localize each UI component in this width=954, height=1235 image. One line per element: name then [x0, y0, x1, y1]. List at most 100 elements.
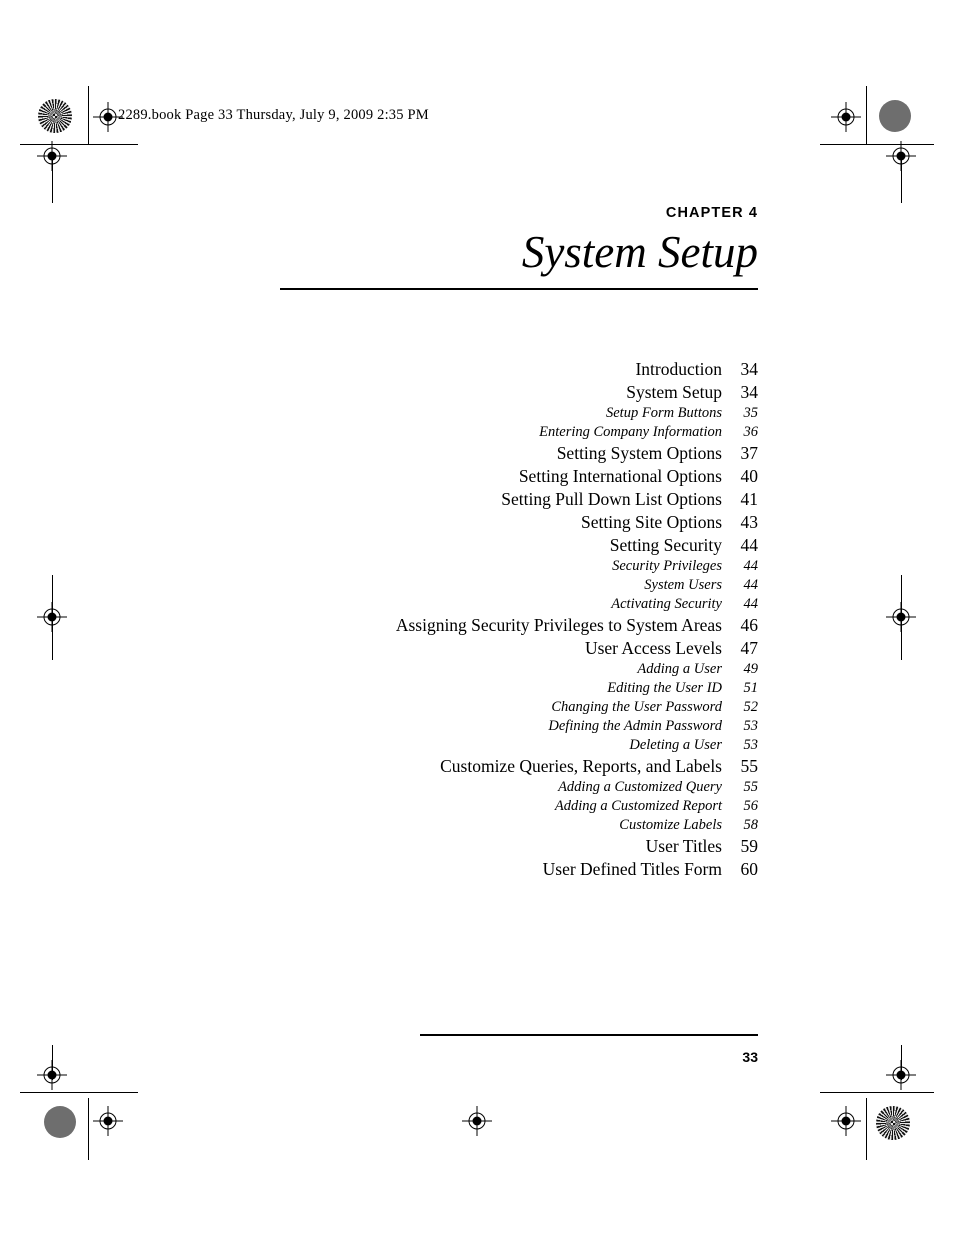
toc-entry[interactable]: Editing the User ID 51	[300, 680, 758, 699]
registration-target-bottom-left-lower	[93, 1106, 123, 1136]
toc-entry-label: Defining the Admin Password	[548, 718, 722, 734]
toc-entry-page-number: 35	[743, 405, 759, 421]
toc-entry-page-number: 34	[740, 382, 759, 402]
crop-rule-bottom-left-vertical	[52, 1045, 53, 1080]
halftone-star-target-bottom-right-icon	[876, 1106, 910, 1140]
toc-entry-label: Setting Pull Down List Options	[501, 489, 722, 509]
toc-entry-label: Setting System Options	[556, 443, 722, 463]
toc-entry-label: Assigning Security Privileges to System …	[395, 615, 722, 635]
toc-entry-label: Changing the User Password	[551, 699, 722, 715]
crop-rule-bottom-left-vertical-lower	[88, 1098, 89, 1160]
toc-entry-label: Adding a Customized Report	[554, 798, 722, 814]
toc-entry-page-number: 34	[740, 359, 759, 379]
table-of-contents: Introduction 34 System Setup 34 Setup Form B…	[300, 359, 758, 882]
toc-entry[interactable]: User Access Levels 47	[300, 638, 758, 661]
toc-entry-label: Activating Security	[611, 596, 722, 612]
toc-entry-label: Setup Form Buttons	[606, 405, 722, 421]
toc-entry-page-number: 46	[740, 615, 759, 635]
gray-density-patch-bottom-left-icon	[44, 1106, 76, 1138]
crop-mark-top-right-horizontal	[820, 144, 934, 145]
toc-entry-page-number: 49	[743, 661, 759, 677]
toc-entry-label: Setting Security	[609, 535, 722, 555]
toc-entry[interactable]: Activating Security 44	[300, 596, 758, 615]
toc-entry-label: Setting International Options	[518, 466, 722, 486]
toc-entry-page-number: 58	[743, 817, 759, 833]
toc-entry-label: User Titles	[645, 836, 722, 856]
crop-rule-top-right-vertical	[866, 86, 867, 144]
page-number: 33	[742, 1049, 758, 1065]
toc-entry[interactable]: Setting Pull Down List Options 41	[300, 489, 758, 512]
toc-entry-page-number: 55	[740, 756, 759, 776]
toc-entry[interactable]: Introduction 34	[300, 359, 758, 382]
crop-rule-mid-left-vertical	[52, 575, 53, 660]
toc-entry-page-number: 51	[743, 680, 759, 696]
toc-entry-label: System Users	[644, 577, 722, 593]
toc-entry[interactable]: Setting International Options 40	[300, 466, 758, 489]
toc-entry-page-number: 44	[743, 558, 759, 574]
toc-entry[interactable]: User Defined Titles Form 60	[300, 859, 758, 882]
footer-divider	[420, 1034, 758, 1036]
document-page: 2289.book Page 33 Thursday, July 9, 2009…	[0, 0, 954, 1235]
toc-entry[interactable]: Entering Company Information 36	[300, 424, 758, 443]
title-divider	[280, 288, 758, 290]
toc-entry[interactable]: Adding a Customized Report 56	[300, 798, 758, 817]
toc-entry-label: System Setup	[626, 382, 722, 402]
toc-entry-page-number: 44	[743, 577, 759, 593]
toc-entry-label: Deleting a User	[629, 737, 722, 753]
toc-entry-page-number: 44	[740, 535, 759, 555]
crop-mark-bottom-left-horizontal	[20, 1092, 138, 1093]
crop-rule-bottom-right-vertical	[901, 1045, 902, 1080]
toc-entry-label: Editing the User ID	[607, 680, 722, 696]
registration-target-bottom-right-lower	[831, 1106, 861, 1136]
toc-entry-page-number: 44	[743, 596, 759, 612]
toc-entry[interactable]: Adding a Customized Query 55	[300, 779, 758, 798]
gray-density-patch-icon	[879, 100, 911, 132]
toc-entry-page-number: 40	[740, 466, 759, 486]
crop-rule-mid-right-vertical	[901, 575, 902, 660]
toc-entry[interactable]: Adding a User 49	[300, 661, 758, 680]
toc-entry-page-number: 43	[740, 512, 759, 532]
crop-rule-bottom-right-vertical-lower	[866, 1098, 867, 1160]
toc-entry[interactable]: Customize Labels 58	[300, 817, 758, 836]
toc-entry-page-number: 52	[743, 699, 759, 715]
toc-entry[interactable]: Deleting a User 53	[300, 737, 758, 756]
toc-entry-page-number: 53	[743, 718, 759, 734]
toc-entry-page-number: 36	[743, 424, 759, 440]
crop-rule-top-left-vertical	[88, 86, 89, 144]
toc-entry[interactable]: System Users 44	[300, 577, 758, 596]
toc-entry-label: Customize Queries, Reports, and Labels	[440, 756, 722, 776]
toc-entry-page-number: 55	[743, 779, 759, 795]
book-header-line: 2289.book Page 33 Thursday, July 9, 2009…	[118, 107, 429, 123]
toc-entry-label: Introduction	[635, 359, 722, 379]
toc-entry[interactable]: Setting Site Options 43	[300, 512, 758, 535]
toc-entry[interactable]: Setup Form Buttons 35	[300, 405, 758, 424]
registration-target-bottom-center	[462, 1106, 492, 1136]
toc-entry[interactable]: Security Privileges 44	[300, 558, 758, 577]
crop-mark-bottom-right-horizontal	[820, 1092, 934, 1093]
toc-entry-page-number: 59	[740, 836, 759, 856]
toc-entry-label: Entering Company Information	[539, 424, 722, 440]
toc-entry[interactable]: Setting System Options 37	[300, 443, 758, 466]
toc-entry[interactable]: Customize Queries, Reports, and Labels 55	[300, 756, 758, 779]
toc-entry-label: Security Privileges	[612, 558, 722, 574]
toc-entry-page-number: 37	[740, 443, 759, 463]
toc-entry-label: Customize Labels	[619, 817, 722, 833]
registration-target-top-right	[831, 102, 861, 132]
toc-entry-page-number: 60	[740, 859, 759, 879]
page-title: System Setup	[521, 227, 758, 277]
toc-entry-label: Adding a Customized Query	[558, 779, 722, 795]
crop-rule-top-right-vertical-lower	[901, 155, 902, 203]
toc-entry[interactable]: System Setup 34	[300, 382, 758, 405]
toc-entry-page-number: 56	[743, 798, 759, 814]
toc-entry[interactable]: Setting Security 44	[300, 535, 758, 558]
toc-entry[interactable]: User Titles 59	[300, 836, 758, 859]
toc-entry[interactable]: Assigning Security Privileges to System …	[300, 615, 758, 638]
toc-entry-label: User Defined Titles Form	[542, 859, 722, 879]
toc-entry-label: User Access Levels	[584, 638, 722, 658]
halftone-star-target-icon	[38, 99, 72, 133]
toc-entry-page-number: 41	[740, 489, 759, 509]
toc-entry[interactable]: Defining the Admin Password 53	[300, 718, 758, 737]
toc-entry[interactable]: Changing the User Password 52	[300, 699, 758, 718]
toc-entry-page-number: 47	[740, 638, 759, 658]
toc-entry-label: Setting Site Options	[581, 512, 722, 532]
